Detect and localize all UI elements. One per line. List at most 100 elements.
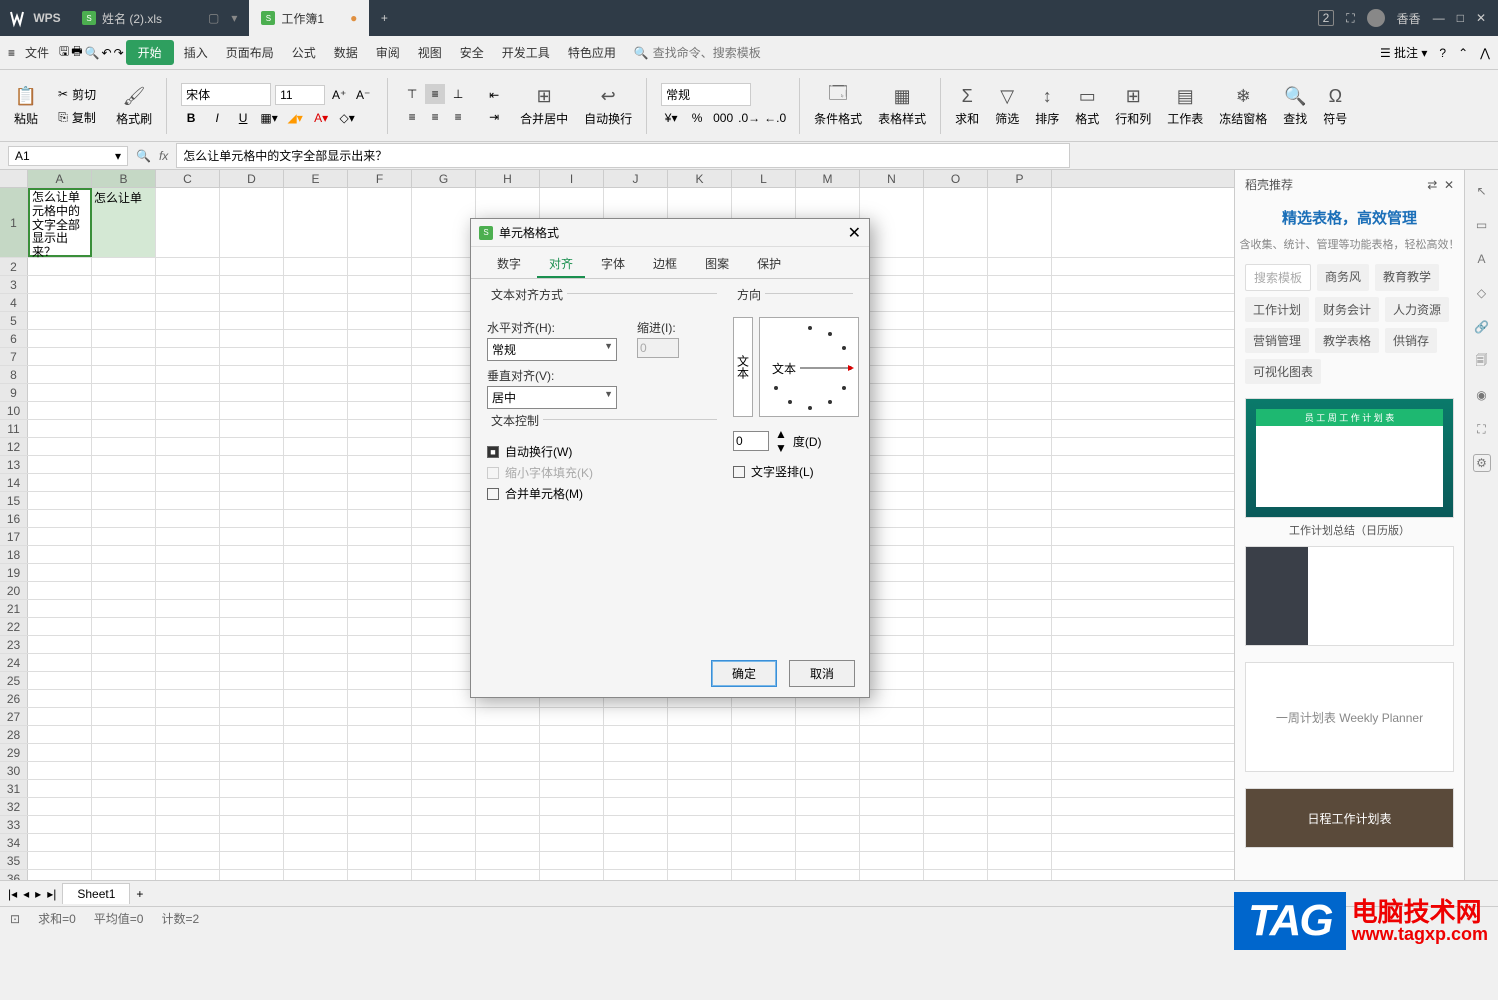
collapse-ribbon-icon[interactable]: ⌃ — [1458, 46, 1468, 60]
dlg-tab-protect[interactable]: 保护 — [745, 251, 793, 278]
indent-inc[interactable]: ⇥ — [484, 107, 504, 127]
tab-start[interactable]: 开始 — [126, 40, 174, 65]
sheet-nav-last[interactable]: ▸| — [47, 887, 56, 901]
deg-up[interactable]: ▲ — [775, 427, 787, 441]
fontcolor-button[interactable]: A▾ — [311, 108, 331, 128]
indent-dec[interactable]: ⇤ — [484, 85, 504, 105]
rail-more-icon[interactable]: ⛶ — [1473, 420, 1491, 438]
find-button[interactable]: 🔍查找 — [1277, 80, 1313, 131]
halign-select[interactable]: 常规 — [487, 338, 617, 361]
valign-select[interactable]: 居中 — [487, 386, 617, 409]
font-select[interactable]: 宋体 — [181, 83, 271, 106]
degree-input[interactable] — [733, 431, 769, 451]
close-icon[interactable]: ✕ — [1476, 11, 1486, 25]
tab-special[interactable]: 特色应用 — [560, 40, 624, 65]
shrink-font-icon[interactable]: A⁻ — [353, 85, 373, 105]
tab-view[interactable]: 视图 — [410, 40, 450, 65]
col-header-A[interactable]: A — [28, 170, 92, 187]
preview-icon[interactable]: 🔍 — [85, 46, 100, 60]
dlg-tab-border[interactable]: 边框 — [641, 251, 689, 278]
template-1[interactable]: 员 工 周 工 作 计 划 表 — [1245, 398, 1454, 518]
size-select[interactable]: 11 — [275, 85, 325, 105]
print-icon[interactable]: 🖶 — [71, 42, 82, 63]
cancel-button[interactable]: 取消 — [789, 660, 855, 687]
gift-icon[interactable]: ⛶ — [1346, 11, 1354, 26]
rail-note-icon[interactable]: 🗐 — [1473, 352, 1491, 370]
deg-down[interactable]: ▼ — [775, 441, 787, 455]
minimize-icon[interactable]: — — [1433, 11, 1445, 25]
sheet-button[interactable]: ▤工作表 — [1161, 80, 1209, 131]
fillcolor-button[interactable]: ◢▾ — [285, 108, 305, 128]
cond-format-button[interactable]: 🗔条件格式 — [808, 80, 868, 131]
align-left[interactable]: ≡ — [402, 107, 422, 127]
more-icon[interactable]: ⋀ — [1480, 46, 1490, 60]
rail-shape-icon[interactable]: ◇ — [1473, 284, 1491, 302]
merge-button[interactable]: ⊞合并居中 — [514, 80, 574, 131]
merge-checkbox[interactable] — [487, 488, 499, 500]
dec-dec-icon[interactable]: ←.0 — [765, 108, 785, 128]
paste-button[interactable]: 📋粘贴 — [8, 80, 44, 131]
align-mid[interactable]: ≡ — [425, 84, 445, 104]
border-button[interactable]: ▦▾ — [259, 108, 279, 128]
side-close-icon[interactable]: ✕ — [1444, 178, 1454, 192]
help-icon[interactable]: ? — [1439, 46, 1446, 60]
orient-vertical-button[interactable]: 文本 — [733, 317, 753, 417]
maximize-icon[interactable]: □ — [1457, 11, 1464, 25]
wps-logo[interactable]: WPS — [0, 0, 70, 36]
template-3[interactable]: 一周计划表 Weekly Planner — [1245, 662, 1454, 772]
template-2[interactable] — [1245, 546, 1454, 646]
format-button[interactable]: ▭格式 — [1069, 80, 1105, 131]
tag-edu[interactable]: 教育教学 — [1375, 264, 1439, 291]
freeze-button[interactable]: ❄冻结窗格 — [1213, 80, 1273, 131]
tag-fin[interactable]: 财务会计 — [1315, 297, 1379, 322]
filter-button[interactable]: ▽筛选 — [989, 80, 1025, 131]
tag-biz[interactable]: 商务风 — [1317, 264, 1369, 291]
comma-icon[interactable]: 000 — [713, 108, 733, 128]
grow-font-icon[interactable]: A⁺ — [329, 85, 349, 105]
undo-icon[interactable]: ↶ — [102, 46, 112, 60]
save-icon[interactable]: 🖫 — [59, 42, 69, 63]
vertical-text-checkbox[interactable] — [733, 466, 745, 478]
bold-button[interactable]: B — [181, 108, 201, 128]
sheet-nav-next[interactable]: ▸ — [35, 887, 41, 901]
indent-spin[interactable] — [637, 338, 679, 358]
tag-search[interactable]: 搜索模板 — [1245, 264, 1311, 291]
tag-viz[interactable]: 可视化图表 — [1245, 359, 1321, 384]
tab-layout[interactable]: 页面布局 — [218, 40, 282, 65]
rail-style-icon[interactable]: ▭ — [1473, 216, 1491, 234]
cut-button[interactable]: ✂ 剪切 — [54, 84, 100, 105]
sheet-nav-prev[interactable]: ◂ — [23, 887, 29, 901]
file-menu[interactable]: 文件 — [17, 40, 57, 65]
cell-A1[interactable]: 怎么让单元格中的文字全部显示出来？ — [28, 188, 92, 257]
italic-button[interactable]: I — [207, 108, 227, 128]
dec-inc-icon[interactable]: .0→ — [739, 108, 759, 128]
name-box[interactable]: A1▾ — [8, 146, 128, 166]
zoom-icon[interactable]: 🔍 — [136, 149, 151, 163]
tab-dev[interactable]: 开发工具 — [494, 40, 558, 65]
redo-icon[interactable]: ↷ — [114, 46, 124, 60]
percent-icon[interactable]: % — [687, 108, 707, 128]
sheet-tab-1[interactable]: Sheet1 — [62, 883, 130, 904]
sheet-nav-first[interactable]: |◂ — [8, 887, 17, 901]
select-all-corner[interactable] — [0, 170, 28, 187]
dlg-tab-num[interactable]: 数字 — [485, 251, 533, 278]
search-input[interactable]: 🔍 查找命令、搜索模板 — [634, 44, 761, 61]
align-top[interactable]: ⊤ — [402, 84, 422, 104]
tag-hr[interactable]: 人力资源 — [1385, 297, 1449, 322]
annotate-button[interactable]: ☰ 批注 ▾ — [1380, 44, 1427, 61]
wrap-button[interactable]: ↩自动换行 — [578, 80, 638, 131]
sum-button[interactable]: Σ求和 — [949, 80, 985, 131]
side-more-icon[interactable]: ⇄ — [1427, 178, 1437, 192]
rail-attr-icon[interactable]: A — [1473, 250, 1491, 268]
tab-data[interactable]: 数据 — [326, 40, 366, 65]
formula-bar[interactable]: 怎么让单元格中的文字全部显示出来？ — [176, 143, 1070, 168]
dialog-close-icon[interactable]: ✕ — [848, 223, 861, 243]
tab-insert[interactable]: 插入 — [176, 40, 216, 65]
dlg-tab-pattern[interactable]: 图案 — [693, 251, 741, 278]
new-tab-button[interactable]: + — [369, 11, 399, 25]
tab-formula[interactable]: 公式 — [284, 40, 324, 65]
orient-dial[interactable]: 文本 — [759, 317, 859, 417]
rail-backup-icon[interactable]: ◉ — [1473, 386, 1491, 404]
tag-sale[interactable]: 供销存 — [1385, 328, 1437, 353]
dlg-tab-font[interactable]: 字体 — [589, 251, 637, 278]
